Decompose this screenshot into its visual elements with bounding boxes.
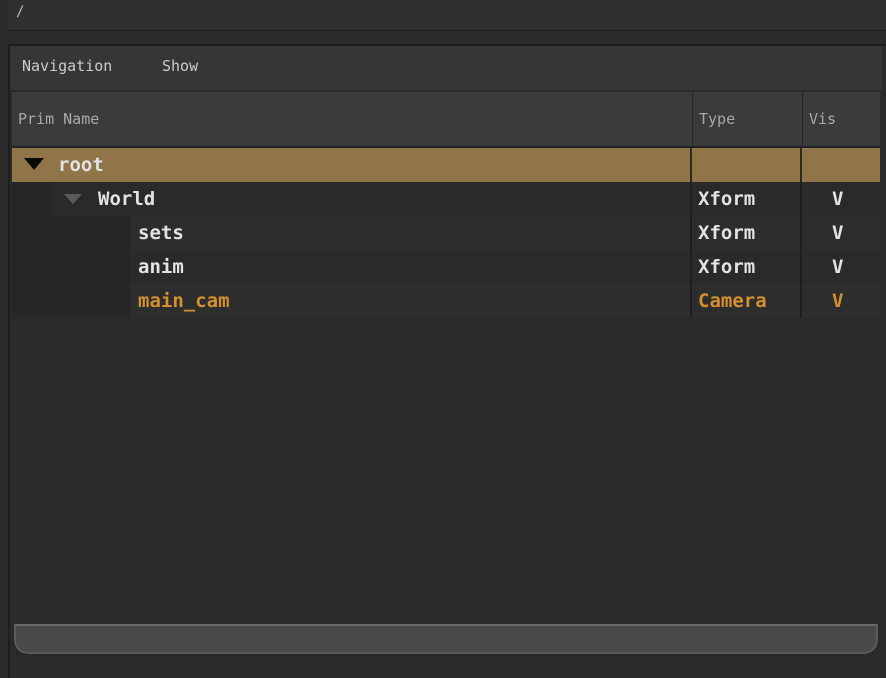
column-divider: [800, 284, 802, 318]
column-divider: [800, 148, 802, 182]
prim-name: main_cam: [138, 290, 230, 312]
path-text: /: [16, 4, 25, 20]
prim-type: Xform: [698, 222, 756, 244]
header-type[interactable]: Type: [693, 92, 803, 146]
column-divider: [800, 216, 802, 250]
indent-guide: [12, 182, 52, 216]
column-header: Prim Name Type Vis: [12, 92, 880, 148]
prim-type: Xform: [698, 256, 756, 278]
prim-name: World: [98, 188, 156, 210]
menu-show[interactable]: Show: [162, 57, 198, 75]
column-divider: [690, 182, 692, 216]
tree-row-root[interactable]: root: [12, 148, 880, 182]
prim-type: Xform: [698, 188, 756, 210]
indent-guide: [12, 284, 130, 318]
expand-triangle-icon[interactable]: [64, 194, 82, 204]
tree-row-sets[interactable]: sets Xform V: [12, 216, 880, 250]
prim-name: anim: [138, 256, 184, 278]
prim-name: root: [58, 154, 104, 176]
prim-vis[interactable]: V: [832, 216, 843, 250]
prim-type: Camera: [698, 290, 767, 312]
prim-vis[interactable]: V: [832, 284, 843, 318]
menubar: Navigation Show: [10, 46, 882, 90]
prim-name: sets: [138, 222, 184, 244]
prim-vis[interactable]: V: [832, 182, 843, 216]
prim-browser-panel: Navigation Show Prim Name Type Vis root …: [8, 44, 886, 678]
column-divider: [800, 182, 802, 216]
path-bar[interactable]: /: [8, 0, 886, 31]
column-divider: [690, 284, 692, 318]
expand-triangle-icon[interactable]: [24, 158, 44, 170]
horizontal-scrollbar[interactable]: [14, 624, 878, 654]
indent-guide: [12, 250, 130, 284]
indent-guide: [12, 216, 130, 250]
tree-row-world[interactable]: World Xform V: [12, 182, 880, 216]
column-divider: [800, 250, 802, 284]
prim-vis[interactable]: V: [832, 250, 843, 284]
tree-row-main-cam[interactable]: main_cam Camera V: [12, 284, 880, 318]
tree-row-anim[interactable]: anim Xform V: [12, 250, 880, 284]
column-divider: [690, 148, 692, 182]
column-divider: [690, 216, 692, 250]
column-divider: [690, 250, 692, 284]
header-vis[interactable]: Vis: [803, 92, 880, 146]
header-prim-name[interactable]: Prim Name: [12, 92, 692, 146]
menu-navigation[interactable]: Navigation: [22, 57, 112, 75]
